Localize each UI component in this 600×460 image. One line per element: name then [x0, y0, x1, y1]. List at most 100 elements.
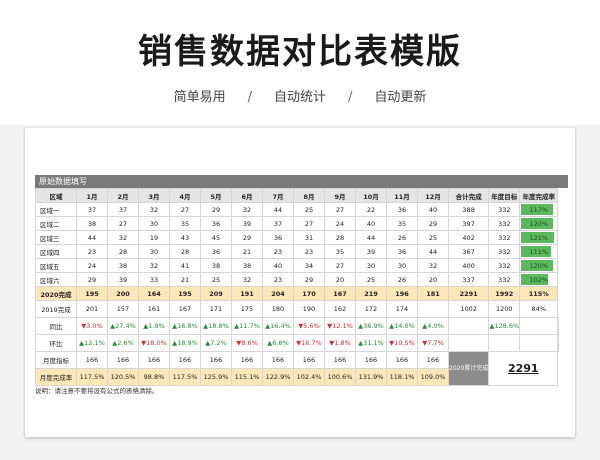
- cumulative-label[interactable]: 2020累计完成: [447, 351, 490, 386]
- done-2019-value[interactable]: 157: [107, 300, 139, 318]
- month-value[interactable]: 31: [293, 230, 325, 245]
- column-header[interactable]: 年度完成率: [519, 188, 559, 203]
- month-value[interactable]: 45: [200, 230, 232, 245]
- month-value[interactable]: 21: [169, 272, 201, 287]
- empty-cell[interactable]: [519, 334, 559, 352]
- month-value[interactable]: 44: [417, 244, 449, 259]
- month-value[interactable]: 40: [355, 216, 387, 231]
- change-cell[interactable]: ▲27.4%: [107, 317, 139, 335]
- month-value[interactable]: 37: [76, 202, 108, 217]
- month-value[interactable]: 26: [386, 230, 418, 245]
- month-value[interactable]: 32: [231, 272, 263, 287]
- total-2020-value[interactable]: 196: [386, 286, 418, 301]
- change-cell[interactable]: ▲2.6%: [107, 334, 139, 352]
- total-2020-target[interactable]: 1992: [488, 286, 521, 301]
- month-value[interactable]: 25: [355, 272, 387, 287]
- month-value[interactable]: 44: [76, 230, 108, 245]
- empty-cell[interactable]: [447, 334, 490, 352]
- month-value[interactable]: 32: [417, 258, 449, 273]
- target-value[interactable]: 332: [488, 244, 521, 259]
- total-value[interactable]: 397: [447, 216, 490, 231]
- change-cell[interactable]: ▲18.9%: [169, 334, 201, 352]
- done-2019-value[interactable]: 174: [386, 300, 418, 318]
- column-header[interactable]: 年度目标: [488, 188, 521, 203]
- month-value[interactable]: 39: [231, 216, 263, 231]
- region-name[interactable]: 区域三: [35, 230, 77, 245]
- total-2020-value[interactable]: 204: [262, 286, 294, 301]
- monthly-rate-value[interactable]: 131.9%: [355, 368, 387, 386]
- month-value[interactable]: 25: [417, 230, 449, 245]
- total-2020-value[interactable]: 219: [355, 286, 387, 301]
- month-value[interactable]: 28: [169, 244, 201, 259]
- monthly-target-value[interactable]: 166: [231, 351, 263, 369]
- month-value[interactable]: 21: [231, 244, 263, 259]
- month-value[interactable]: 35: [169, 216, 201, 231]
- change-cell[interactable]: ▼16.7%: [293, 334, 325, 352]
- total-value[interactable]: 388: [447, 202, 490, 217]
- month-value[interactable]: 32: [138, 258, 170, 273]
- change-cell[interactable]: ▲128.6%: [488, 317, 521, 335]
- monthly-rate-value[interactable]: 125.9%: [200, 368, 232, 386]
- month-value[interactable]: 27: [324, 202, 356, 217]
- total-2020-value[interactable]: 195: [76, 286, 108, 301]
- monthly-target-value[interactable]: 166: [200, 351, 232, 369]
- column-header[interactable]: 8月: [293, 188, 325, 203]
- month-value[interactable]: 34: [293, 258, 325, 273]
- cumulative-value[interactable]: 2291: [488, 351, 559, 386]
- change-cell[interactable]: ▲1.9%: [138, 317, 170, 335]
- change-cell[interactable]: ▲31.1%: [355, 334, 387, 352]
- change-cell[interactable]: ▼8.6%: [231, 334, 263, 352]
- total-value[interactable]: 367: [447, 244, 490, 259]
- done-2019-value[interactable]: 162: [324, 300, 356, 318]
- month-value[interactable]: 24: [76, 258, 108, 273]
- change-cell[interactable]: ▲12.1%: [76, 334, 108, 352]
- monthly-rate-value[interactable]: 100.6%: [324, 368, 356, 386]
- region-name[interactable]: 区域一: [35, 202, 77, 217]
- month-value[interactable]: 27: [169, 202, 201, 217]
- total-2020-value[interactable]: 200: [107, 286, 139, 301]
- month-value[interactable]: 44: [262, 202, 294, 217]
- total-2020-label[interactable]: 2020完成: [35, 286, 77, 301]
- done-2019-target[interactable]: 1200: [488, 300, 521, 318]
- empty-cell[interactable]: [519, 317, 559, 335]
- done-2019-value[interactable]: 172: [355, 300, 387, 318]
- monthly-target-value[interactable]: 166: [262, 351, 294, 369]
- column-header[interactable]: 12月: [417, 188, 449, 203]
- month-value[interactable]: 28: [324, 230, 356, 245]
- month-value[interactable]: 30: [138, 216, 170, 231]
- column-header[interactable]: 11月: [386, 188, 418, 203]
- change-cell[interactable]: ▲16.4%: [262, 317, 294, 335]
- month-value[interactable]: 19: [138, 230, 170, 245]
- done-2019-value[interactable]: 171: [200, 300, 232, 318]
- total-2020-value[interactable]: 164: [138, 286, 170, 301]
- month-value[interactable]: 38: [200, 258, 232, 273]
- total-value[interactable]: 402: [447, 230, 490, 245]
- month-value[interactable]: 32: [138, 202, 170, 217]
- monthly-target-value[interactable]: 166: [169, 351, 201, 369]
- month-value[interactable]: 36: [386, 202, 418, 217]
- month-value[interactable]: 36: [200, 244, 232, 259]
- monthly-rate-label[interactable]: 月度完成率: [35, 368, 77, 386]
- region-name[interactable]: 区域四: [35, 244, 77, 259]
- monthly-target-value[interactable]: 166: [138, 351, 170, 369]
- region-name[interactable]: 区域二: [35, 216, 77, 231]
- month-value[interactable]: 27: [324, 258, 356, 273]
- monthly-target-value[interactable]: 166: [107, 351, 139, 369]
- change-cell[interactable]: ▼5.6%: [293, 317, 325, 335]
- monthly-target-value[interactable]: 166: [386, 351, 418, 369]
- monthly-target-value[interactable]: 166: [76, 351, 108, 369]
- month-value[interactable]: 36: [200, 216, 232, 231]
- total-2020-value[interactable]: 195: [169, 286, 201, 301]
- month-value[interactable]: 30: [355, 258, 387, 273]
- month-value[interactable]: 28: [107, 244, 139, 259]
- month-value[interactable]: 24: [324, 216, 356, 231]
- done-2019-value[interactable]: 167: [169, 300, 201, 318]
- monthly-rate-value[interactable]: 117.5%: [169, 368, 201, 386]
- target-value[interactable]: 332: [488, 216, 521, 231]
- monthly-rate-value[interactable]: 118.1%: [386, 368, 418, 386]
- done-2019-value[interactable]: 175: [231, 300, 263, 318]
- month-value[interactable]: 36: [386, 244, 418, 259]
- monthly-rate-value[interactable]: 109.0%: [417, 368, 449, 386]
- month-value[interactable]: 20: [324, 272, 356, 287]
- empty-cell[interactable]: [557, 334, 560, 352]
